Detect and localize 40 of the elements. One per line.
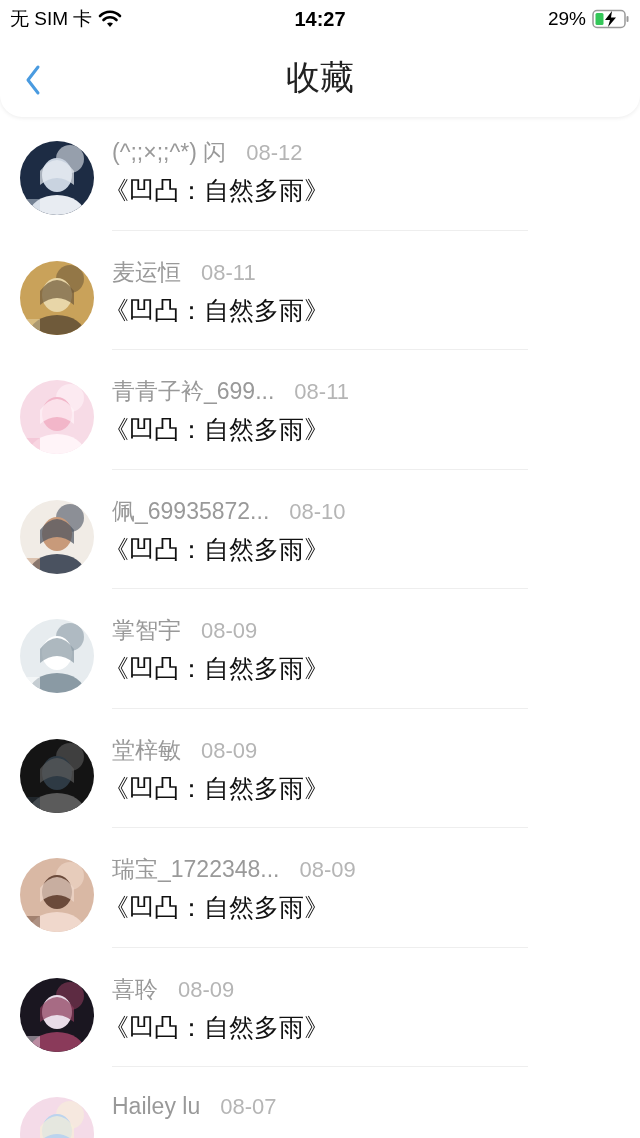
favorite-item[interactable]: 麦运恒 08-11 《凹凸：自然多雨》 [0, 238, 640, 358]
favorite-item[interactable]: 佩_69935872... 08-10 《凹凸：自然多雨》 [0, 477, 640, 597]
work-title: 《凹凸：自然多雨》 [104, 772, 330, 804]
work-title: 《凹凸：自然多雨》 [104, 533, 330, 565]
work-title: 《凹凸：自然多雨》 [104, 1011, 330, 1043]
user-name: 佩_69935872... [112, 496, 270, 526]
battery-percentage: 29% [547, 8, 586, 30]
wifi-icon [98, 10, 123, 28]
carrier-label: 无 SIM 卡 [10, 7, 93, 31]
user-name: 堂梓敏 [112, 735, 181, 765]
work-title: 《凹凸：自然多雨》 [104, 414, 330, 445]
favorite-date: 08-10 [289, 498, 346, 525]
favorite-item[interactable]: 瑞宝_1722348... 08-09 《凹凸：自然多雨》 [0, 836, 640, 956]
favorite-date: 08-11 [201, 259, 256, 286]
user-name: 掌智宇 [112, 616, 181, 645]
work-title: 《凹凸：自然多雨》 [104, 294, 330, 326]
work-title: 《凹凸：自然多雨》 [104, 892, 330, 923]
favorite-date: 08-09 [178, 976, 235, 1003]
favorite-item[interactable]: 掌智宇 08-09 《凹凸：自然多雨》 [0, 597, 640, 717]
user-name: Hailey lu [112, 1093, 201, 1120]
favorite-item[interactable]: (^;;×;;^*) 闪 08-12 《凹凸：自然多雨》 [0, 119, 640, 239]
user-name: 青青子衿_699... [112, 377, 275, 406]
work-title: 《凹凸：自然多雨》 [104, 175, 330, 206]
clock-time: 14:27 [294, 7, 346, 31]
user-name: 麦运恒 [112, 257, 181, 287]
work-title: 《凹凸：自然多雨》 [104, 653, 330, 684]
favorite-date: 08-07 [220, 1094, 277, 1120]
user-name: 瑞宝_1722348... [112, 855, 280, 884]
favorite-item[interactable]: 堂梓敏 08-09 《凹凸：自然多雨》 [0, 716, 640, 836]
battery-charging-icon [592, 9, 630, 29]
favorite-date: 08-09 [201, 618, 258, 644]
page-title: 收藏 [286, 56, 354, 98]
favorite-date: 08-12 [246, 140, 303, 166]
favorite-item[interactable]: 青青子衿_699... 08-11 《凹凸：自然多雨》 [0, 358, 640, 478]
user-name: (^;;×;;^*) 闪 [112, 138, 227, 167]
favorite-item[interactable]: 喜聆 08-09 《凹凸：自然多雨》 [0, 955, 640, 1075]
user-name: 喜聆 [112, 974, 158, 1004]
favorite-date: 08-09 [201, 737, 258, 764]
favorite-date: 08-11 [294, 379, 349, 405]
favorite-date: 08-09 [299, 857, 356, 883]
